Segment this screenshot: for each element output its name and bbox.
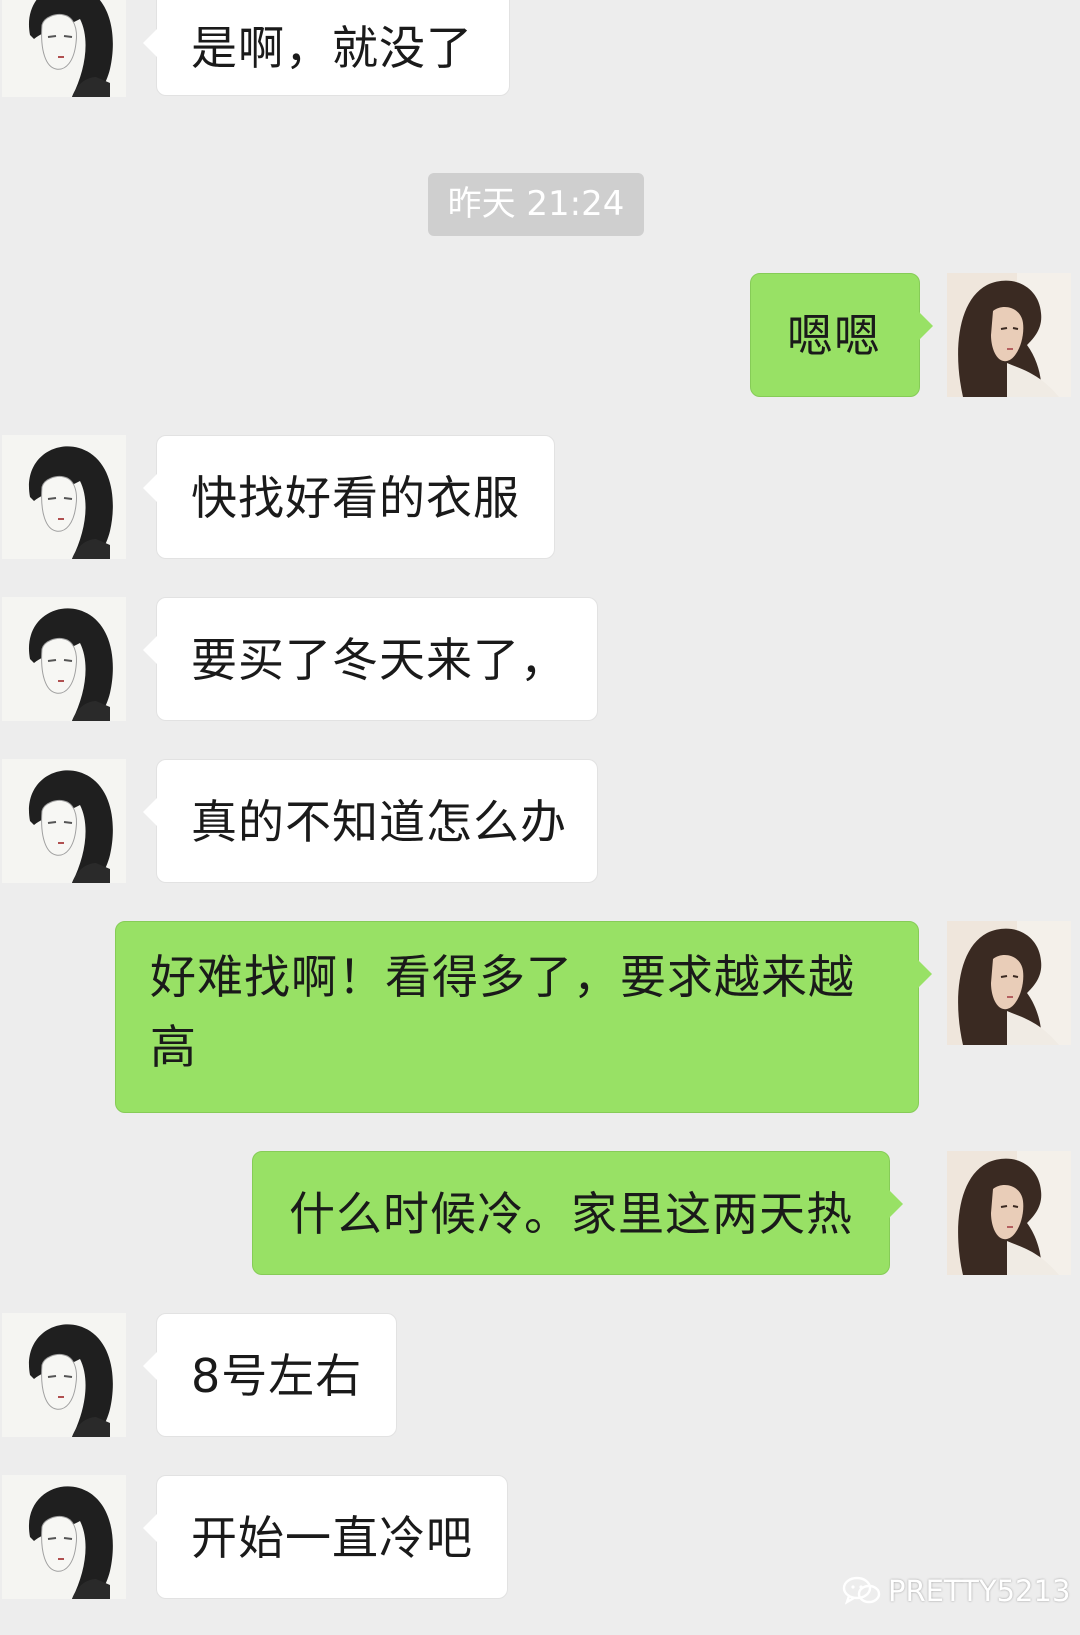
timestamp-text: 昨天 21:24 xyxy=(447,184,625,224)
message-bubble[interactable]: 快找好看的衣服 xyxy=(143,435,555,559)
watermark-text: PRETTY5213 xyxy=(888,1574,1071,1608)
message-bubble[interactable]: 是啊，就没了 xyxy=(143,0,510,96)
contact-avatar[interactable] xyxy=(2,1313,126,1437)
message-text: 是啊，就没了 xyxy=(191,21,473,75)
message-bubble[interactable]: 要买了冬天来了， xyxy=(143,597,598,721)
contact-avatar-icon xyxy=(2,759,126,883)
contact-avatar-icon xyxy=(2,435,126,559)
contact-avatar-icon xyxy=(2,0,126,97)
self-avatar[interactable] xyxy=(947,273,1071,397)
message-bubble[interactable]: 什么时候冷。家里这两天热 xyxy=(252,1151,903,1275)
message-bubble[interactable]: 开始一直冷吧 xyxy=(143,1475,508,1599)
message-bubble[interactable]: 8号左右 xyxy=(142,1313,398,1437)
message-bubble[interactable]: 好难找啊！看得多了，要求越来越高 xyxy=(115,921,932,1113)
watermark: PRETTY5213 xyxy=(842,1571,1070,1611)
contact-avatar-icon xyxy=(2,1313,126,1437)
self-avatar-icon xyxy=(947,921,1071,1045)
contact-avatar[interactable] xyxy=(2,759,126,883)
message-bubble[interactable]: 真的不知道怎么办 xyxy=(143,759,598,883)
contact-avatar[interactable] xyxy=(2,1475,126,1599)
contact-avatar[interactable] xyxy=(2,435,126,559)
wechat-icon xyxy=(842,1576,881,1605)
message-text: 要买了冬天来了， xyxy=(191,633,567,687)
message-text: 嗯嗯 xyxy=(787,309,881,363)
message-text: 什么时候冷。家里这两天热 xyxy=(289,1187,853,1241)
message-text: 真的不知道怎么办 xyxy=(191,795,567,849)
message-text: 快找好看的衣服 xyxy=(191,471,520,525)
contact-avatar-icon xyxy=(2,597,126,721)
timestamp: 昨天 21:24 xyxy=(428,173,644,236)
self-avatar-icon xyxy=(947,273,1071,397)
message-bubble[interactable]: 嗯嗯 xyxy=(750,273,933,397)
chat-window[interactable]: 是啊，就没了 昨天 21:24 嗯嗯 快找好看的衣服 要买了冬天来了， 真的不知… xyxy=(0,0,1080,1635)
message-text: 开始一直冷吧 xyxy=(191,1511,473,1565)
self-avatar[interactable] xyxy=(947,1151,1071,1275)
contact-avatar[interactable] xyxy=(2,597,126,721)
self-avatar[interactable] xyxy=(947,921,1071,1045)
contact-avatar[interactable] xyxy=(2,0,126,97)
self-avatar-icon xyxy=(947,1151,1071,1275)
message-text: 8号左右 xyxy=(191,1349,363,1403)
message-text: 好难找啊！看得多了，要求越来越高 xyxy=(150,950,855,1074)
contact-avatar-icon xyxy=(2,1475,126,1599)
